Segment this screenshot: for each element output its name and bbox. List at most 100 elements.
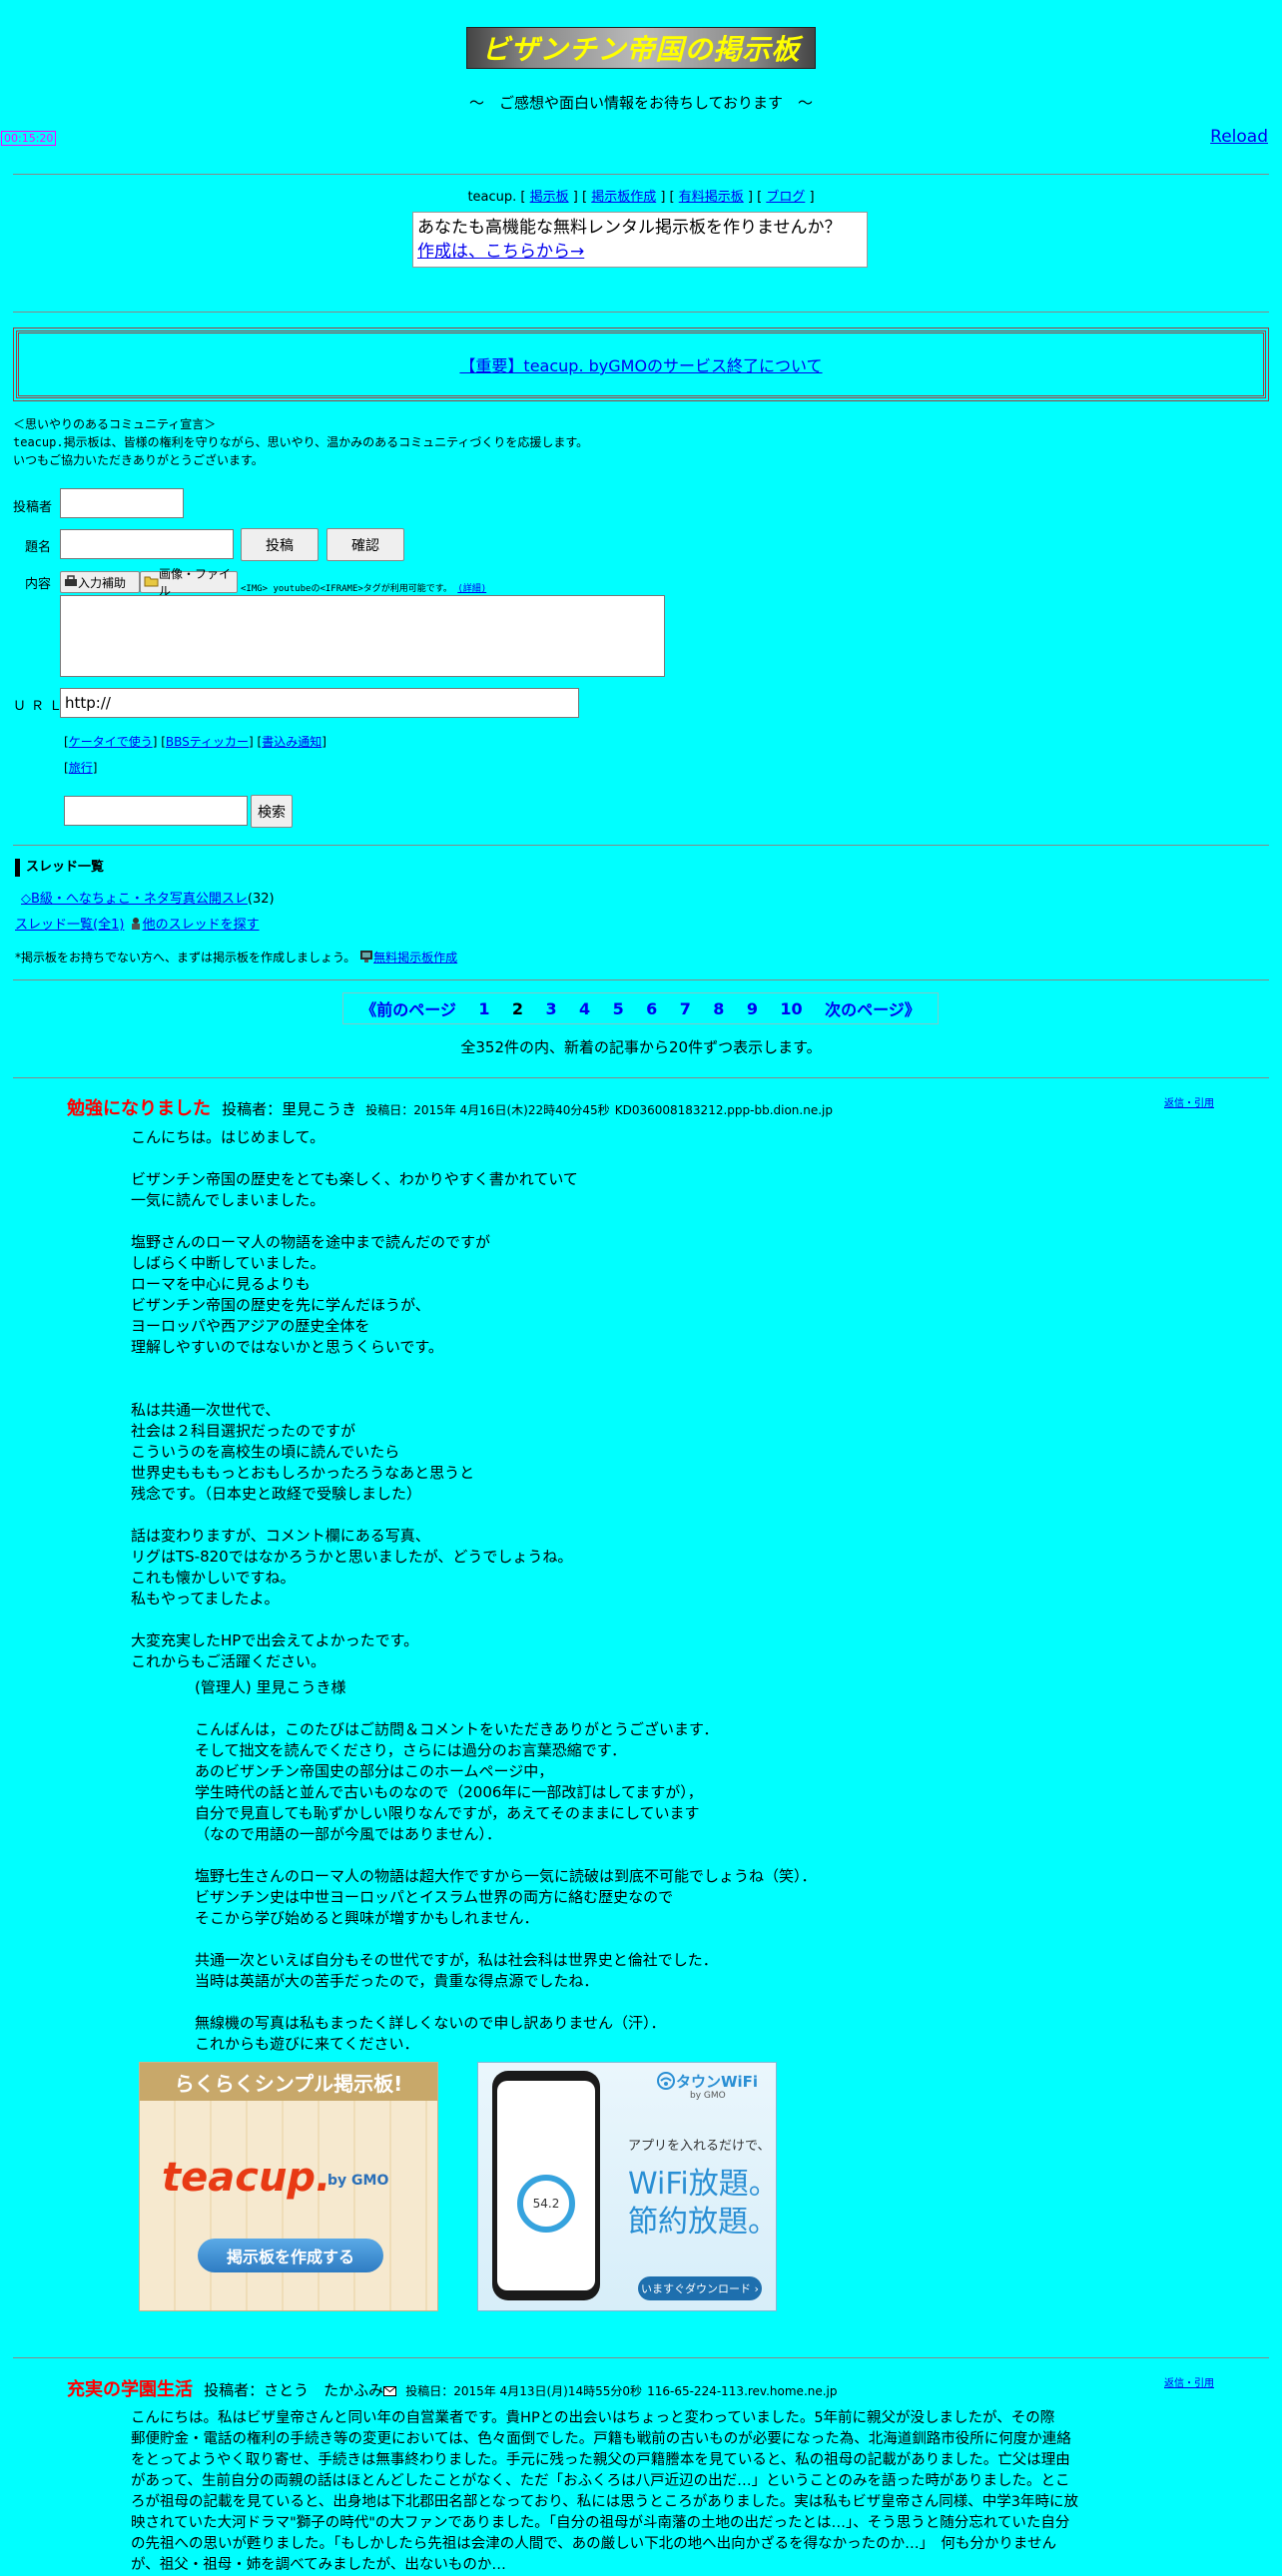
prev-page-link[interactable]: 《前のページ	[360, 996, 456, 1020]
townwifi-by: by GMO	[690, 2091, 726, 2101]
ad-create-link[interactable]: 作成は、こちらから→	[417, 242, 584, 262]
board-title-banner: ビザンチン帝国の掲示板	[466, 27, 816, 69]
mobile-link[interactable]: ケータイで使う	[69, 735, 153, 749]
service-end-link[interactable]: 【重要】teacup. byGMOのサービス終了について	[459, 352, 822, 376]
post-date: 投稿日：2015年 4月16日(木)22時40分45秒	[365, 1103, 610, 1117]
search-button[interactable]: 検索	[251, 795, 293, 828]
post-header: 勉強になりました 投稿者：里見こうき 投稿日：2015年 4月16日(木)22時…	[67, 1094, 833, 1120]
board-subtitle: ～ ご感想や面白い情報をお待ちしております ～	[468, 94, 814, 112]
teacup-logo-by: by GMO	[327, 2173, 389, 2189]
divider	[13, 174, 1269, 175]
admin-reply: (管理人) 里見こうき様 こんばんは，このたびはご訪問＆コメントをいただきありが…	[195, 1678, 817, 2053]
divider	[13, 845, 1269, 846]
search-input[interactable]	[64, 796, 248, 826]
thread-link[interactable]: ◇B級・へなちょこ・ネタ写真公開スレ	[21, 892, 248, 907]
author-label: 投稿者	[13, 500, 53, 515]
subject-label: 題名	[25, 540, 52, 555]
post-host: KD036008183212.ppp-bb.dion.ne.jp	[614, 1103, 833, 1117]
post-date: 投稿日：2015年 4月13日(月)14時55分0秒	[405, 2384, 642, 2398]
mail-icon[interactable]	[383, 2381, 397, 2400]
tag-note-text: <IMG> youtubeの<IFRAME>タグが利用可能です。	[241, 584, 452, 594]
post-notify-link[interactable]: 書込み通知	[262, 735, 321, 749]
other-threads-link[interactable]: 他のスレッドを探す	[143, 918, 260, 933]
tag-detail-link[interactable]: (詳細)	[457, 584, 486, 594]
teacup-banner[interactable]: らくらくシンプル掲示板! teacup. by GMO 掲示板を作成する	[139, 2062, 438, 2311]
page-link-7[interactable]: 7	[680, 999, 691, 1018]
post-host: 116-65-224-113.rev.home.ne.jp	[647, 2384, 838, 2398]
townwifi-brand-name: タウンWiFi	[676, 2073, 759, 2091]
service-end-notice: 【重要】teacup. byGMOのサービス終了について	[13, 327, 1269, 401]
travel-link[interactable]: 旅行	[69, 761, 93, 775]
teacup-nav: teacup. [ 掲示板 ] [ 掲示板作成 ] [ 有料掲示板 ] [ ブロ…	[467, 190, 815, 205]
search-person-icon	[129, 917, 143, 935]
confirm-button[interactable]: 確認	[326, 528, 404, 561]
page-link-9[interactable]: 9	[747, 999, 758, 1018]
teacup-logo-text: teacup.	[162, 2155, 331, 2201]
thread-item: ◇B級・へなちょこ・ネタ写真公開スレ(32)	[21, 888, 275, 907]
teacup-create-button[interactable]: 掲示板を作成する	[198, 2239, 383, 2272]
content-label: 内容	[25, 577, 52, 592]
create-board-link[interactable]: 無料掲示板作成	[373, 951, 457, 965]
declaration-text: teacup.掲示板は、皆様の権利を守りながら、思いやり、温かみのあるコミュニテ…	[13, 435, 589, 449]
folder-icon	[144, 575, 159, 590]
divider	[13, 312, 1269, 313]
travel-links: [旅行]	[64, 761, 98, 775]
nav-link-blog[interactable]: ブログ	[766, 190, 805, 205]
page-link-3[interactable]: 3	[545, 999, 556, 1018]
reply-quote-link[interactable]: 返信・引用	[1164, 2374, 1214, 2389]
page-current-2: 2	[511, 998, 524, 1018]
page-link-4[interactable]: 4	[579, 999, 590, 1018]
phone-gauge: 54.2	[517, 2175, 575, 2233]
input-help-label: 入力補助	[78, 575, 127, 590]
nav-link-board[interactable]: 掲示板	[530, 190, 569, 205]
subject-input[interactable]	[60, 529, 234, 559]
image-file-label: 画像・ファイル	[159, 567, 232, 598]
reload-link[interactable]: Reload	[1210, 127, 1268, 147]
tag-note: <IMG> youtubeの<IFRAME>タグが利用可能です。 (詳細)	[241, 581, 486, 594]
townwifi-line3: 節約放題。	[628, 2205, 777, 2240]
page-link-5[interactable]: 5	[613, 999, 624, 1018]
page-link-8[interactable]: 8	[713, 999, 724, 1018]
thread-count: (32)	[247, 892, 275, 907]
toolbox-icon	[64, 574, 78, 590]
post-author: 投稿者：里見こうき	[222, 1100, 357, 1118]
reply-quote-link[interactable]: 返信・引用	[1164, 1094, 1214, 1109]
declaration-thanks: いつもご協力いただきありがとうございます。	[13, 453, 264, 467]
author-input[interactable]	[60, 488, 184, 518]
community-declaration: ＜思いやりのあるコミュニティ宣言＞ teacup.掲示板は、皆様の権利を守りなが…	[13, 415, 588, 469]
content-textarea[interactable]	[60, 595, 665, 677]
townwifi-banner[interactable]: 54.2 タウンWiFi by GMO アプリを入れるだけで、 WiFi放題。 …	[477, 2062, 777, 2311]
board-icon	[359, 950, 373, 966]
board-title: ビザンチン帝国の掲示板	[481, 33, 801, 66]
teacup-banner-tagline: らくらくシンプル掲示板!	[174, 2071, 403, 2096]
thread-nav: スレッド一覧(全1) 他のスレッドを探す	[15, 914, 260, 935]
teacup-prefix: teacup.	[467, 190, 517, 205]
declaration-title: ＜思いやりのあるコミュニティ宣言＞	[13, 417, 217, 431]
bbs-ticker-link[interactable]: BBSティッカー	[166, 735, 249, 749]
post-button[interactable]: 投稿	[241, 528, 319, 561]
townwifi-line1: アプリを入れるだけで、	[628, 2139, 771, 2154]
url-input[interactable]: http://	[60, 688, 579, 718]
townwifi-download-button[interactable]: いますぐダウンロード ›	[638, 2276, 762, 2300]
wifi-icon	[656, 2071, 676, 2094]
image-file-button[interactable]: 画像・ファイル	[140, 567, 238, 598]
form-links: [ケータイで使う] [BBSティッカー] [書込み通知]	[64, 735, 326, 749]
nav-link-create-board[interactable]: 掲示板作成	[591, 190, 656, 205]
url-label: ＵＲＬ	[13, 699, 68, 714]
divider	[13, 979, 1269, 980]
ad-headline: あなたも高機能な無料レンタル掲示板を作りませんか？	[417, 218, 842, 238]
nav-link-paid-board[interactable]: 有料掲示板	[679, 190, 744, 205]
page-link-6[interactable]: 6	[646, 999, 657, 1018]
create-note-text: *掲示板をお持ちでない方へ、まずは掲示板を作成しましょう。	[15, 951, 356, 965]
page-link-1[interactable]: 1	[478, 999, 489, 1018]
rental-board-ad: あなたも高機能な無料レンタル掲示板を作りませんか？ 作成は、こちらから→	[412, 212, 868, 268]
post-title: 充実の学園生活	[67, 2379, 193, 2400]
next-page-link[interactable]: 次のページ》	[825, 996, 921, 1020]
divider	[13, 1077, 1269, 1078]
post-title: 勉強になりました	[67, 1098, 211, 1119]
thread-list-all-link[interactable]: スレッド一覧(全1)	[15, 918, 124, 933]
page-link-10[interactable]: 10	[780, 999, 802, 1018]
pagination: 《前のページ 1 2 3 4 5 6 7 8 9 10 次のページ》	[342, 992, 939, 1024]
phone-mockup: 54.2	[492, 2071, 600, 2300]
input-help-button[interactable]: 入力補助	[60, 571, 140, 593]
